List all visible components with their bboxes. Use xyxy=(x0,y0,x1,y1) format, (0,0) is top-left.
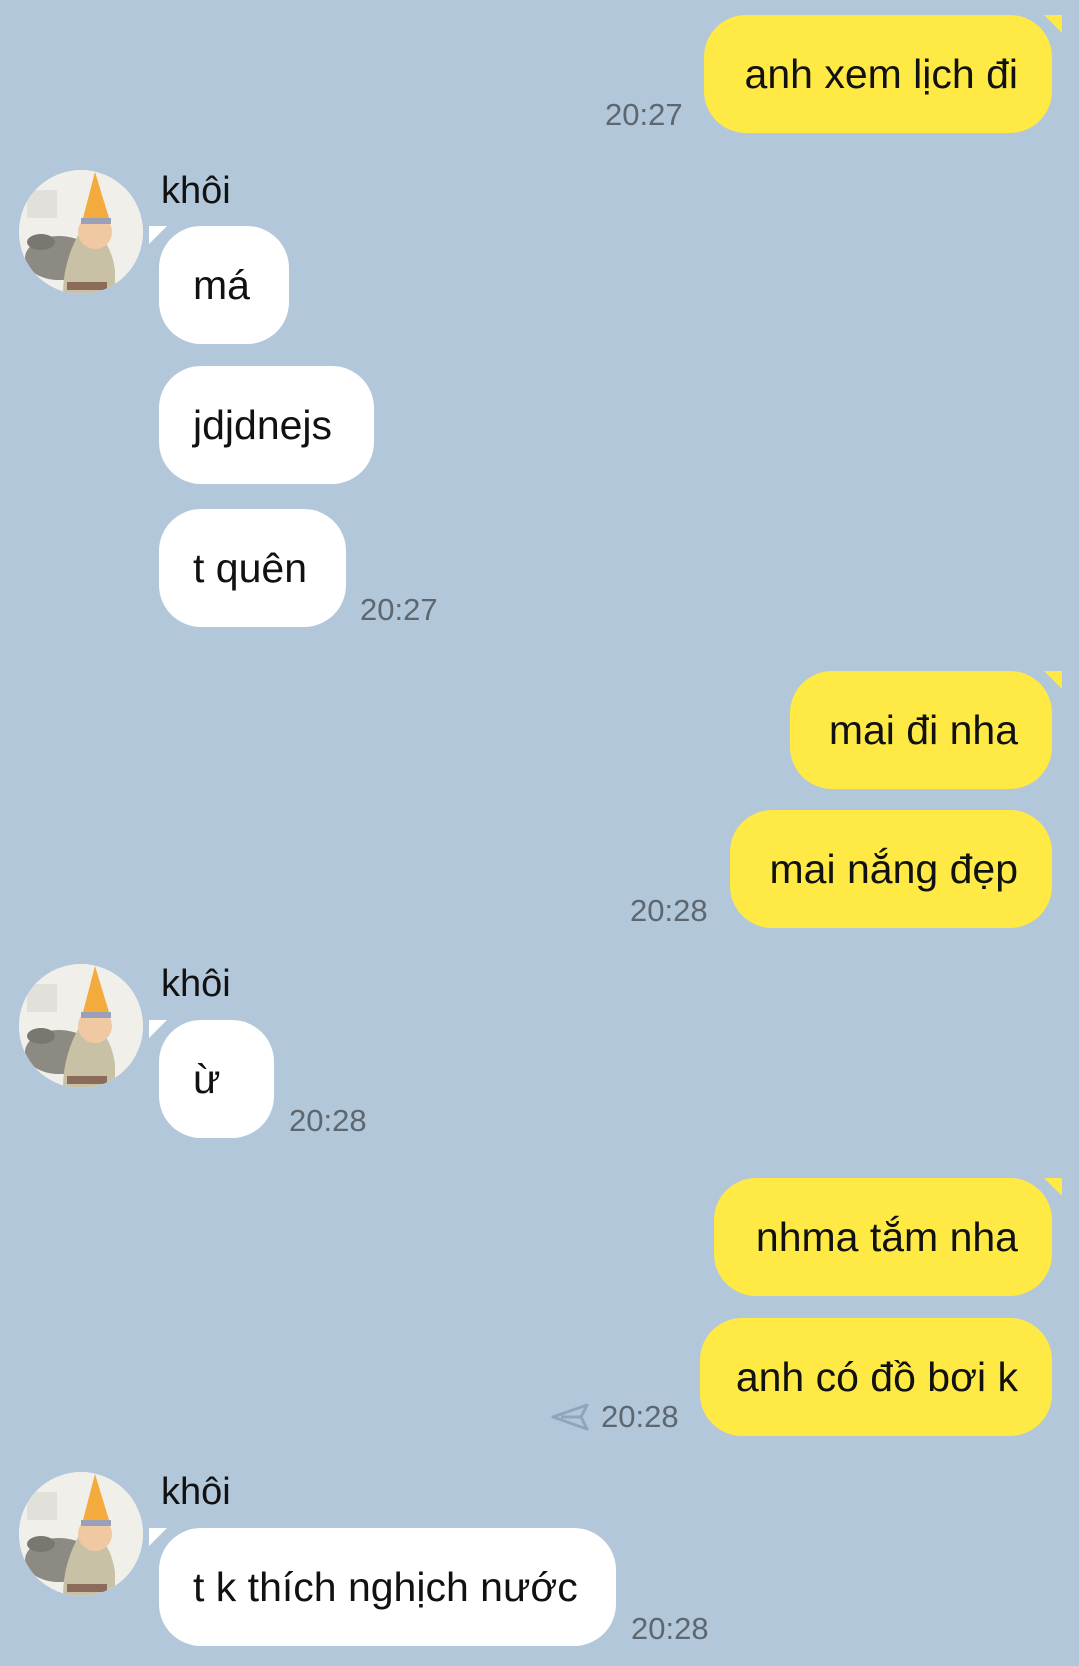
message-text: anh có đồ bơi k xyxy=(735,1353,1018,1400)
contact-avatar[interactable] xyxy=(19,964,143,1088)
outgoing-message-bubble[interactable]: anh xem lịch đi xyxy=(704,15,1062,133)
bubble-tail xyxy=(1044,671,1062,689)
contact-avatar[interactable] xyxy=(19,170,143,294)
avatar-image xyxy=(19,964,143,1088)
sender-name: khôi xyxy=(161,963,231,1005)
incoming-message-bubble[interactable]: má xyxy=(149,226,289,344)
outgoing-message-bubble[interactable]: anh có đồ bơi k xyxy=(700,1318,1052,1436)
bubble-tail xyxy=(149,1528,167,1546)
send-arrow-icon xyxy=(551,1403,589,1431)
outgoing-message-bubble[interactable]: mai đi nha xyxy=(790,671,1062,789)
bubble-tail xyxy=(1044,15,1062,33)
avatar-image xyxy=(19,1472,143,1596)
message-text: mai đi nha xyxy=(828,706,1018,753)
bubble-tail xyxy=(1044,1178,1062,1196)
message-text: ừ xyxy=(193,1055,221,1102)
message-time: 20:27 xyxy=(605,97,683,132)
avatar-image xyxy=(19,170,143,294)
sender-name: khôi xyxy=(161,1471,231,1513)
outgoing-message-bubble[interactable]: nhma tắm nha xyxy=(714,1178,1062,1296)
message-time: 20:28 xyxy=(630,893,708,928)
message-time: 20:28 xyxy=(631,1611,709,1646)
message-time: 20:27 xyxy=(360,592,438,627)
message-text: má xyxy=(193,261,250,308)
contact-avatar[interactable] xyxy=(19,1472,143,1596)
message-text: t quên xyxy=(193,544,307,591)
incoming-message-bubble[interactable]: t k thích nghịch nước xyxy=(149,1528,616,1646)
message-time: 20:28 xyxy=(289,1103,367,1138)
incoming-message-bubble[interactable]: jdjdnejs xyxy=(159,366,374,484)
bubble-tail xyxy=(149,1020,167,1038)
sender-name: khôi xyxy=(161,170,231,212)
bubble-tail xyxy=(149,226,167,244)
message-text: nhma tắm nha xyxy=(755,1213,1018,1260)
message-text: mai nắng đẹp xyxy=(769,845,1018,892)
message-text: jdjdnejs xyxy=(193,401,333,448)
message-text: anh xem lịch đi xyxy=(744,50,1018,97)
message-text: t k thích nghịch nước xyxy=(193,1563,578,1610)
message-time: 20:28 xyxy=(601,1399,679,1434)
outgoing-message-bubble[interactable]: mai nắng đẹp xyxy=(730,810,1052,928)
incoming-message-bubble[interactable]: t quên xyxy=(159,509,346,627)
incoming-message-bubble[interactable]: ừ xyxy=(149,1020,274,1138)
